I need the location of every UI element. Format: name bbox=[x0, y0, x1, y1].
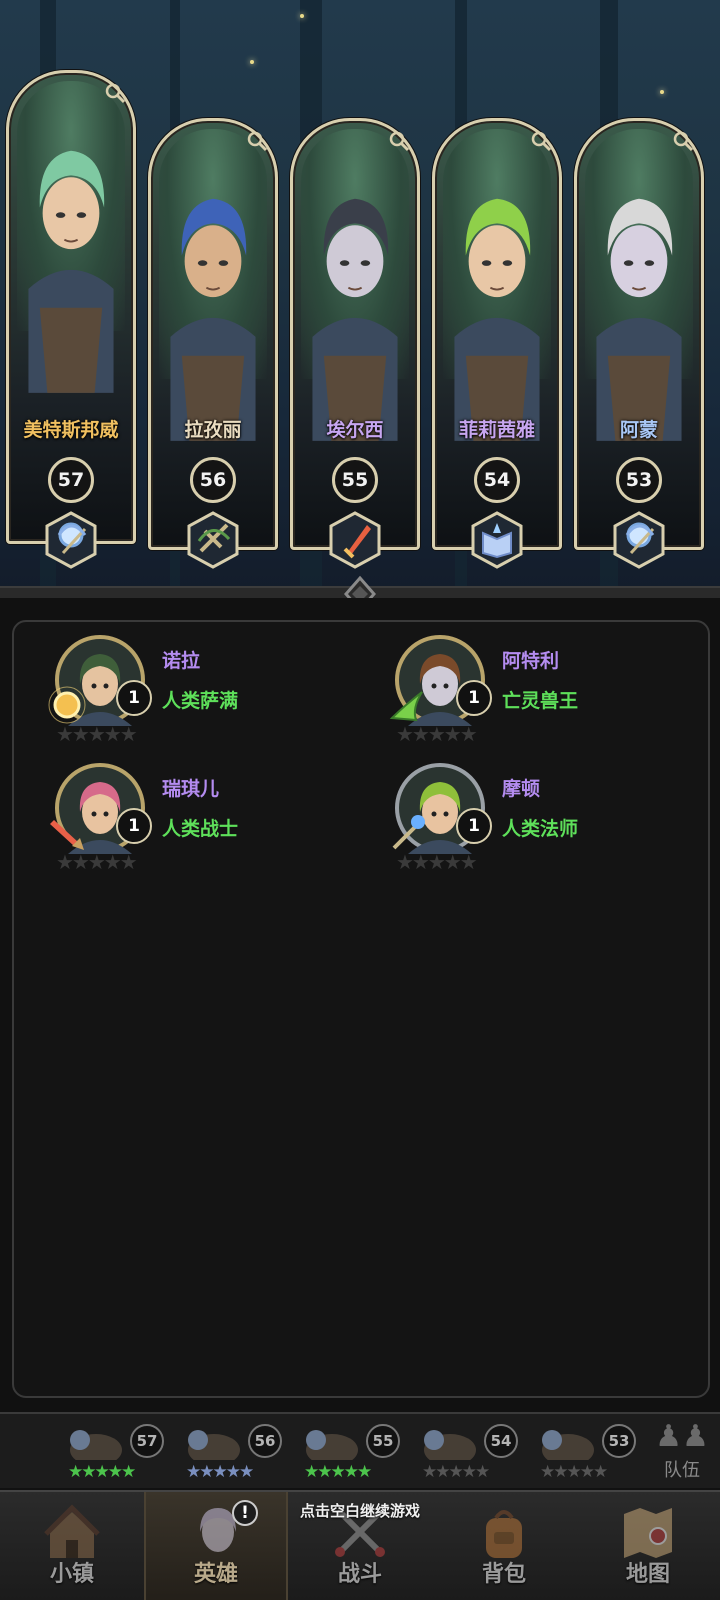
inspect-magnifier-icon[interactable] bbox=[387, 129, 411, 153]
bow-crystal-icon bbox=[613, 511, 665, 569]
owned-hero-item[interactable]: 1 ★★★★★ 摩顿 人类法师 bbox=[364, 750, 664, 874]
team-member-slot[interactable]: 55 ★★★★★ bbox=[286, 1422, 406, 1482]
hero-rank: 1 bbox=[116, 680, 152, 716]
team-member-level: 57 bbox=[130, 1424, 164, 1458]
team-member-portrait bbox=[424, 1430, 476, 1460]
team-member-portrait bbox=[306, 1430, 358, 1460]
nav-tab-label: 背包 bbox=[481, 1562, 526, 1587]
inspect-magnifier-icon[interactable] bbox=[103, 81, 127, 105]
nav-tab-label: 小镇 bbox=[49, 1562, 94, 1587]
hero-stars: ★★★★★ bbox=[396, 722, 478, 746]
hero-name: 瑞琪儿 bbox=[162, 778, 220, 800]
team-member-portrait bbox=[188, 1430, 240, 1460]
owned-hero-item[interactable]: 1 ★★★★★ 阿特利 亡灵兽王 bbox=[364, 622, 664, 746]
hero-portrait bbox=[587, 149, 691, 449]
team-member-portrait bbox=[70, 1430, 122, 1460]
hero-list-panel: 1 ★★★★★ 诺拉 人类萨满 1 ★★★★★ 阿特利 亡灵兽王 1 ★★★★★… bbox=[12, 620, 710, 1398]
hero-class: 亡灵兽王 bbox=[502, 690, 579, 712]
red-sword-icon bbox=[50, 820, 84, 850]
team-member-slot[interactable]: 56 ★★★★★ bbox=[168, 1422, 288, 1482]
firefly bbox=[300, 14, 304, 18]
featured-hero-name: 菲莉茜雅 bbox=[458, 419, 535, 441]
featured-hero-name: 美特斯邦威 bbox=[23, 419, 119, 441]
hero-rank: 1 bbox=[116, 808, 152, 844]
team-member-slot[interactable]: 53 ★★★★★ bbox=[522, 1422, 642, 1482]
nav-tab-label: 战斗 bbox=[337, 1562, 382, 1587]
featured-hero-card[interactable]: 菲莉茜雅 54 bbox=[432, 118, 562, 569]
inspect-magnifier-icon[interactable] bbox=[671, 129, 695, 153]
featured-hero-card[interactable]: 美特斯邦威 57 bbox=[6, 70, 136, 569]
hero-name: 诺拉 bbox=[162, 650, 201, 672]
team-member-stars: ★★★★★ bbox=[304, 1462, 372, 1482]
hero-portrait bbox=[19, 101, 123, 401]
team-member-stars: ★★★★★ bbox=[422, 1462, 490, 1482]
featured-hero-level: 56 bbox=[190, 457, 236, 503]
sun-orb-icon bbox=[48, 686, 86, 724]
nav-tab-label: 英雄 bbox=[193, 1562, 238, 1587]
featured-hero-level: 54 bbox=[474, 457, 520, 503]
staff-icon bbox=[392, 815, 425, 850]
team-member-level: 55 bbox=[366, 1424, 400, 1458]
team-member-slot[interactable]: 57 ★★★★★ bbox=[50, 1422, 170, 1482]
chess-pawn-icon: ♟♟ bbox=[655, 1419, 709, 1454]
firefly bbox=[660, 90, 664, 94]
featured-hero-name: 拉孜丽 bbox=[184, 419, 242, 441]
crossbow-icon bbox=[187, 511, 239, 569]
hero-stars: ★★★★★ bbox=[56, 722, 138, 746]
hero-portrait bbox=[303, 149, 407, 449]
hero-stars: ★★★★★ bbox=[56, 850, 138, 874]
spellbook-icon bbox=[471, 511, 523, 569]
featured-hero-level: 57 bbox=[48, 457, 94, 503]
team-member-level: 56 bbox=[248, 1424, 282, 1458]
featured-hero-level: 53 bbox=[616, 457, 662, 503]
hero-class: 人类萨满 bbox=[162, 690, 239, 712]
continue-hint: 点击空白继续游戏 bbox=[299, 1502, 420, 1520]
featured-hero-card[interactable]: 埃尔西 55 bbox=[290, 118, 420, 569]
featured-hero-level: 55 bbox=[332, 457, 378, 503]
featured-hero-card[interactable]: 拉孜丽 56 bbox=[148, 118, 278, 569]
team-member-stars: ★★★★★ bbox=[186, 1462, 254, 1482]
hero-name: 阿特利 bbox=[502, 650, 560, 672]
team-member-stars: ★★★★★ bbox=[540, 1462, 608, 1482]
team-member-slot[interactable]: 54 ★★★★★ bbox=[404, 1422, 524, 1482]
green-claw-icon bbox=[389, 691, 423, 722]
bow-crystal-icon bbox=[45, 511, 97, 569]
featured-hero-name: 阿蒙 bbox=[619, 419, 658, 441]
team-member-level: 53 bbox=[602, 1424, 636, 1458]
hero-class: 人类战士 bbox=[162, 818, 239, 840]
featured-heroes: 美特斯邦威 57 拉孜丽 56 埃尔西 55 菲莉茜雅 54 阿蒙 53 bbox=[0, 0, 720, 598]
sword-icon bbox=[329, 511, 381, 569]
owned-hero-item[interactable]: 1 ★★★★★ 瑞琪儿 人类战士 bbox=[24, 750, 324, 874]
inspect-magnifier-icon[interactable] bbox=[245, 129, 269, 153]
hero-portrait bbox=[445, 149, 549, 449]
hero-portrait bbox=[161, 149, 265, 449]
team-label: 队伍 bbox=[664, 1460, 700, 1481]
inspect-magnifier-icon[interactable] bbox=[529, 129, 553, 153]
firefly bbox=[250, 60, 254, 64]
featured-hero-name: 埃尔西 bbox=[326, 419, 384, 441]
team-member-level: 54 bbox=[484, 1424, 518, 1458]
hero-stars: ★★★★★ bbox=[396, 850, 478, 874]
hero-rank: 1 bbox=[456, 680, 492, 716]
hero-rank: 1 bbox=[456, 808, 492, 844]
nav-tab-label: 地图 bbox=[625, 1562, 670, 1587]
team-member-stars: ★★★★★ bbox=[68, 1462, 136, 1482]
divider-ornament-icon bbox=[344, 575, 376, 598]
team-member-portrait bbox=[542, 1430, 594, 1460]
featured-hero-card[interactable]: 阿蒙 53 bbox=[574, 118, 704, 569]
owned-hero-item[interactable]: 1 ★★★★★ 诺拉 人类萨满 bbox=[24, 622, 324, 746]
hero-name: 摩顿 bbox=[502, 778, 541, 800]
hero-class: 人类法师 bbox=[502, 818, 579, 840]
team-button[interactable]: ♟♟ 队伍 bbox=[650, 1418, 714, 1488]
team-strip[interactable]: 57 ★★★★★ 56 ★★★★★ 55 ★★★★★ 54 ★★★★★ 53 ★… bbox=[0, 1412, 720, 1488]
